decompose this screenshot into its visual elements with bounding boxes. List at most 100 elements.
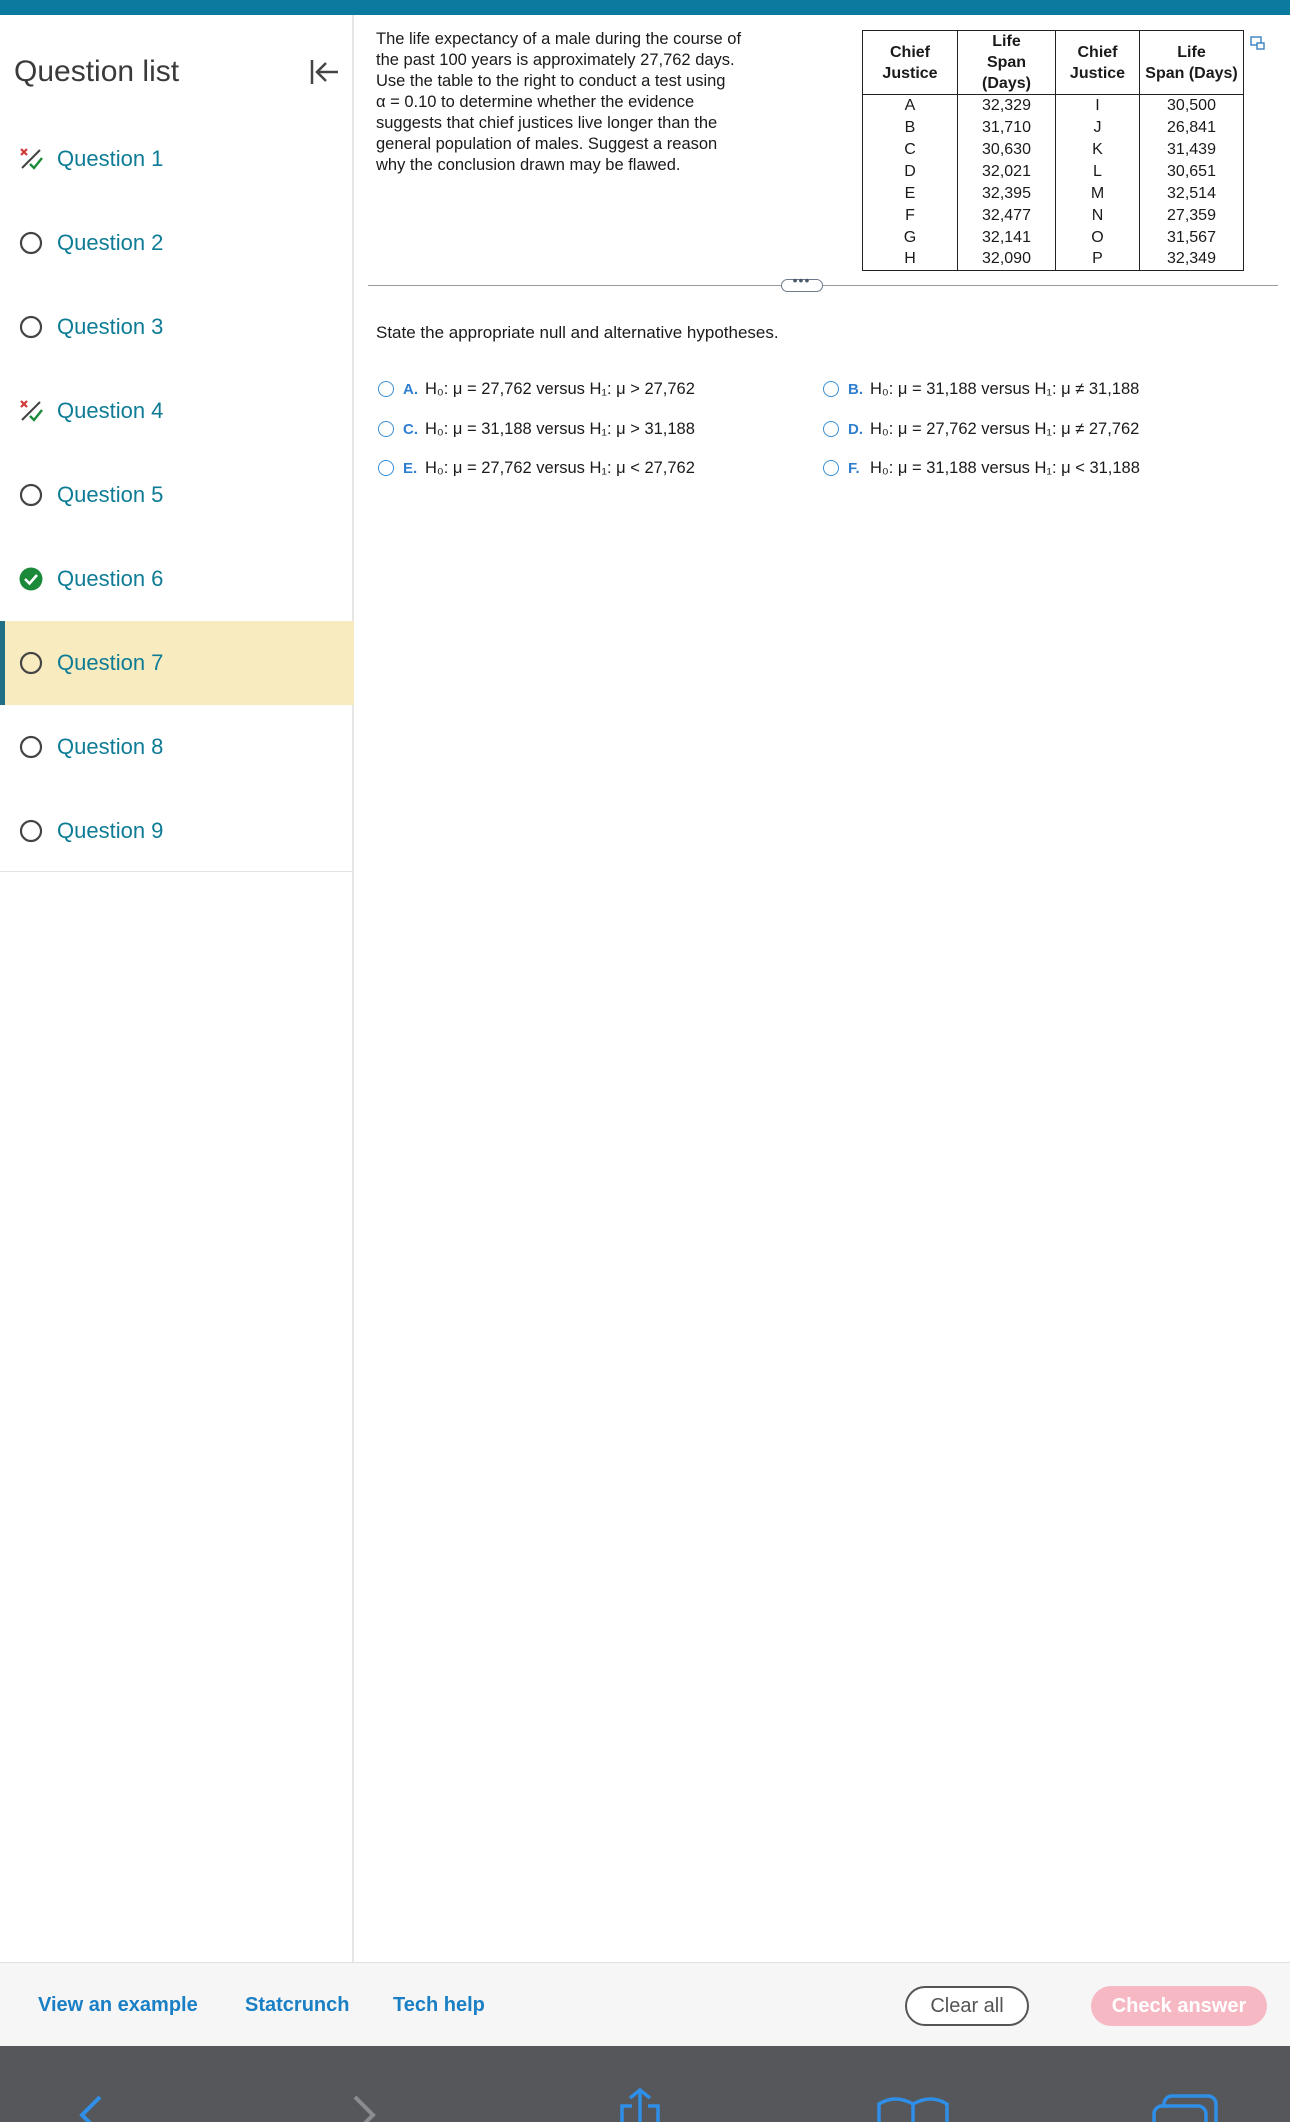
sidebar-question-7[interactable]: Question 7: [0, 621, 354, 705]
clear-all-button[interactable]: Clear all: [905, 1986, 1029, 2026]
check-circle-icon: [18, 566, 44, 592]
sidebar-question-2[interactable]: Question 2: [0, 201, 354, 285]
popout-icon: [1250, 36, 1265, 50]
table-row: E 32,395 M 32,514: [862, 182, 1244, 205]
empty-circle-icon: [18, 734, 44, 760]
table-cell: 31,567: [1139, 226, 1244, 249]
table-row: G 32,141 O 31,567: [862, 226, 1244, 249]
table-cell: I: [1055, 94, 1140, 117]
option-letter: C.: [403, 420, 418, 438]
sidebar-divider: [0, 871, 354, 872]
share-icon[interactable]: [610, 2088, 670, 2122]
option-text: H₀: μ = 27,762 versus H₁: μ < 27,762: [425, 458, 695, 477]
empty-circle-icon: [18, 818, 44, 844]
section-divider: [368, 285, 1278, 286]
table-cell: 27,359: [1139, 204, 1244, 227]
view-example-link[interactable]: View an example: [38, 1963, 198, 2047]
back-arrow-icon[interactable]: [72, 2091, 112, 2122]
sidebar-question-3[interactable]: Question 3: [0, 285, 354, 369]
sidebar-question-1[interactable]: Question 1: [0, 117, 354, 201]
table-cell: 31,710: [957, 116, 1056, 139]
collapse-sidebar-button[interactable]: [304, 54, 344, 90]
bookmarks-icon[interactable]: [875, 2094, 951, 2122]
table-cell: N: [1055, 204, 1140, 227]
radio-button[interactable]: [823, 381, 839, 397]
popout-button[interactable]: [1250, 35, 1266, 51]
option-b[interactable]: B. H₀: μ = 31,188 versus H₁: μ ≠ 31,188: [823, 375, 1139, 403]
browser-toolbar: [0, 2046, 1290, 2122]
table-row: H 32,090 P 32,349: [862, 248, 1244, 271]
sidebar-question-5[interactable]: Question 5: [0, 453, 354, 537]
option-letter: A.: [403, 380, 418, 398]
table-cell: J: [1055, 116, 1140, 139]
table-cell: G: [862, 226, 958, 249]
ellipsis-icon: •••: [792, 272, 811, 288]
question-prompt: State the appropriate null and alternati…: [376, 323, 779, 342]
sidebar-question-9[interactable]: Question 9: [0, 789, 354, 873]
table-cell: 32,021: [957, 160, 1056, 183]
table-cell: 30,500: [1139, 94, 1244, 117]
table-cell: K: [1055, 138, 1140, 161]
table-cell: 32,090: [957, 248, 1056, 271]
table-cell: A: [862, 94, 958, 117]
table-cell: E: [862, 182, 958, 205]
table-cell: 32,514: [1139, 182, 1244, 205]
question-label: Question 2: [57, 230, 164, 255]
question-label: Question 4: [57, 398, 164, 423]
radio-button[interactable]: [823, 421, 839, 437]
radio-button[interactable]: [378, 381, 394, 397]
table-cell: P: [1055, 248, 1140, 271]
table-row: F 32,477 N 27,359: [862, 204, 1244, 227]
option-letter: E.: [403, 459, 418, 477]
footer-bar: View an example Statcrunch Tech help Cle…: [0, 1962, 1290, 2046]
question-label: Question 9: [57, 818, 164, 843]
tabs-icon[interactable]: [1150, 2092, 1222, 2122]
option-a[interactable]: A. H₀: μ = 27,762 versus H₁: μ > 27,762: [378, 375, 695, 403]
sidebar-question-6[interactable]: Question 6: [0, 537, 354, 621]
option-text: H₀: μ = 27,762 versus H₁: μ ≠ 27,762: [870, 419, 1140, 438]
problem-line: α = 0.10 to determine whether the eviden…: [376, 93, 695, 111]
option-letter: D.: [848, 420, 863, 438]
table-row: C 30,630 K 31,439: [862, 138, 1244, 161]
table-cell: C: [862, 138, 958, 161]
option-text: H₀: μ = 31,188 versus H₁: μ < 31,188: [870, 458, 1140, 477]
table-header: Chief Justice: [1055, 30, 1140, 95]
expand-button[interactable]: •••: [781, 272, 823, 292]
sidebar-question-8[interactable]: Question 8: [0, 705, 354, 789]
question-label: Question 3: [57, 314, 164, 339]
table-row: B 31,710 J 26,841: [862, 116, 1244, 139]
table-cell: 32,395: [957, 182, 1056, 205]
problem-line: Use the table to the right to conduct a …: [376, 72, 726, 90]
collapse-left-icon: [310, 60, 338, 84]
radio-button[interactable]: [378, 421, 394, 437]
option-e[interactable]: E. H₀: μ = 27,762 versus H₁: μ < 27,762: [378, 454, 695, 482]
radio-button[interactable]: [378, 460, 394, 476]
tech-help-link[interactable]: Tech help: [393, 1963, 485, 2047]
option-text: H₀: μ = 31,188 versus H₁: μ ≠ 31,188: [870, 379, 1140, 398]
table-row: D 32,021 L 30,651: [862, 160, 1244, 183]
table-cell: 32,141: [957, 226, 1056, 249]
table-cell: 32,349: [1139, 248, 1244, 271]
table-cell: L: [1055, 160, 1140, 183]
table-cell: 32,329: [957, 94, 1056, 117]
question-sidebar: Question list Question 1 Question 2 Questi…: [0, 15, 354, 1962]
option-c[interactable]: C. H₀: μ = 31,188 versus H₁: μ > 31,188: [378, 415, 695, 443]
forward-arrow-icon[interactable]: [345, 2091, 385, 2122]
option-f[interactable]: F. H₀: μ = 31,188 versus H₁: μ < 31,188: [823, 454, 1140, 482]
empty-circle-icon: [18, 314, 44, 340]
problem-line: why the conclusion drawn may be flawed.: [376, 156, 681, 174]
check-answer-button[interactable]: Check answer: [1091, 1986, 1267, 2026]
sidebar-title: Question list: [14, 55, 180, 88]
option-text: H₀: μ = 31,188 versus H₁: μ > 31,188: [425, 419, 695, 438]
empty-circle-icon: [18, 230, 44, 256]
table-cell: H: [862, 248, 958, 271]
sidebar-question-4[interactable]: Question 4: [0, 369, 354, 453]
option-d[interactable]: D. H₀: μ = 27,762 versus H₁: μ ≠ 27,762: [823, 415, 1139, 443]
statcrunch-link[interactable]: Statcrunch: [245, 1963, 349, 2047]
table-row: A 32,329 I 30,500: [862, 94, 1244, 117]
table-cell: 30,630: [957, 138, 1056, 161]
table-header: Life Span (Days): [1139, 30, 1244, 95]
question-label: Question 1: [57, 146, 164, 171]
table-cell: O: [1055, 226, 1140, 249]
radio-button[interactable]: [823, 460, 839, 476]
